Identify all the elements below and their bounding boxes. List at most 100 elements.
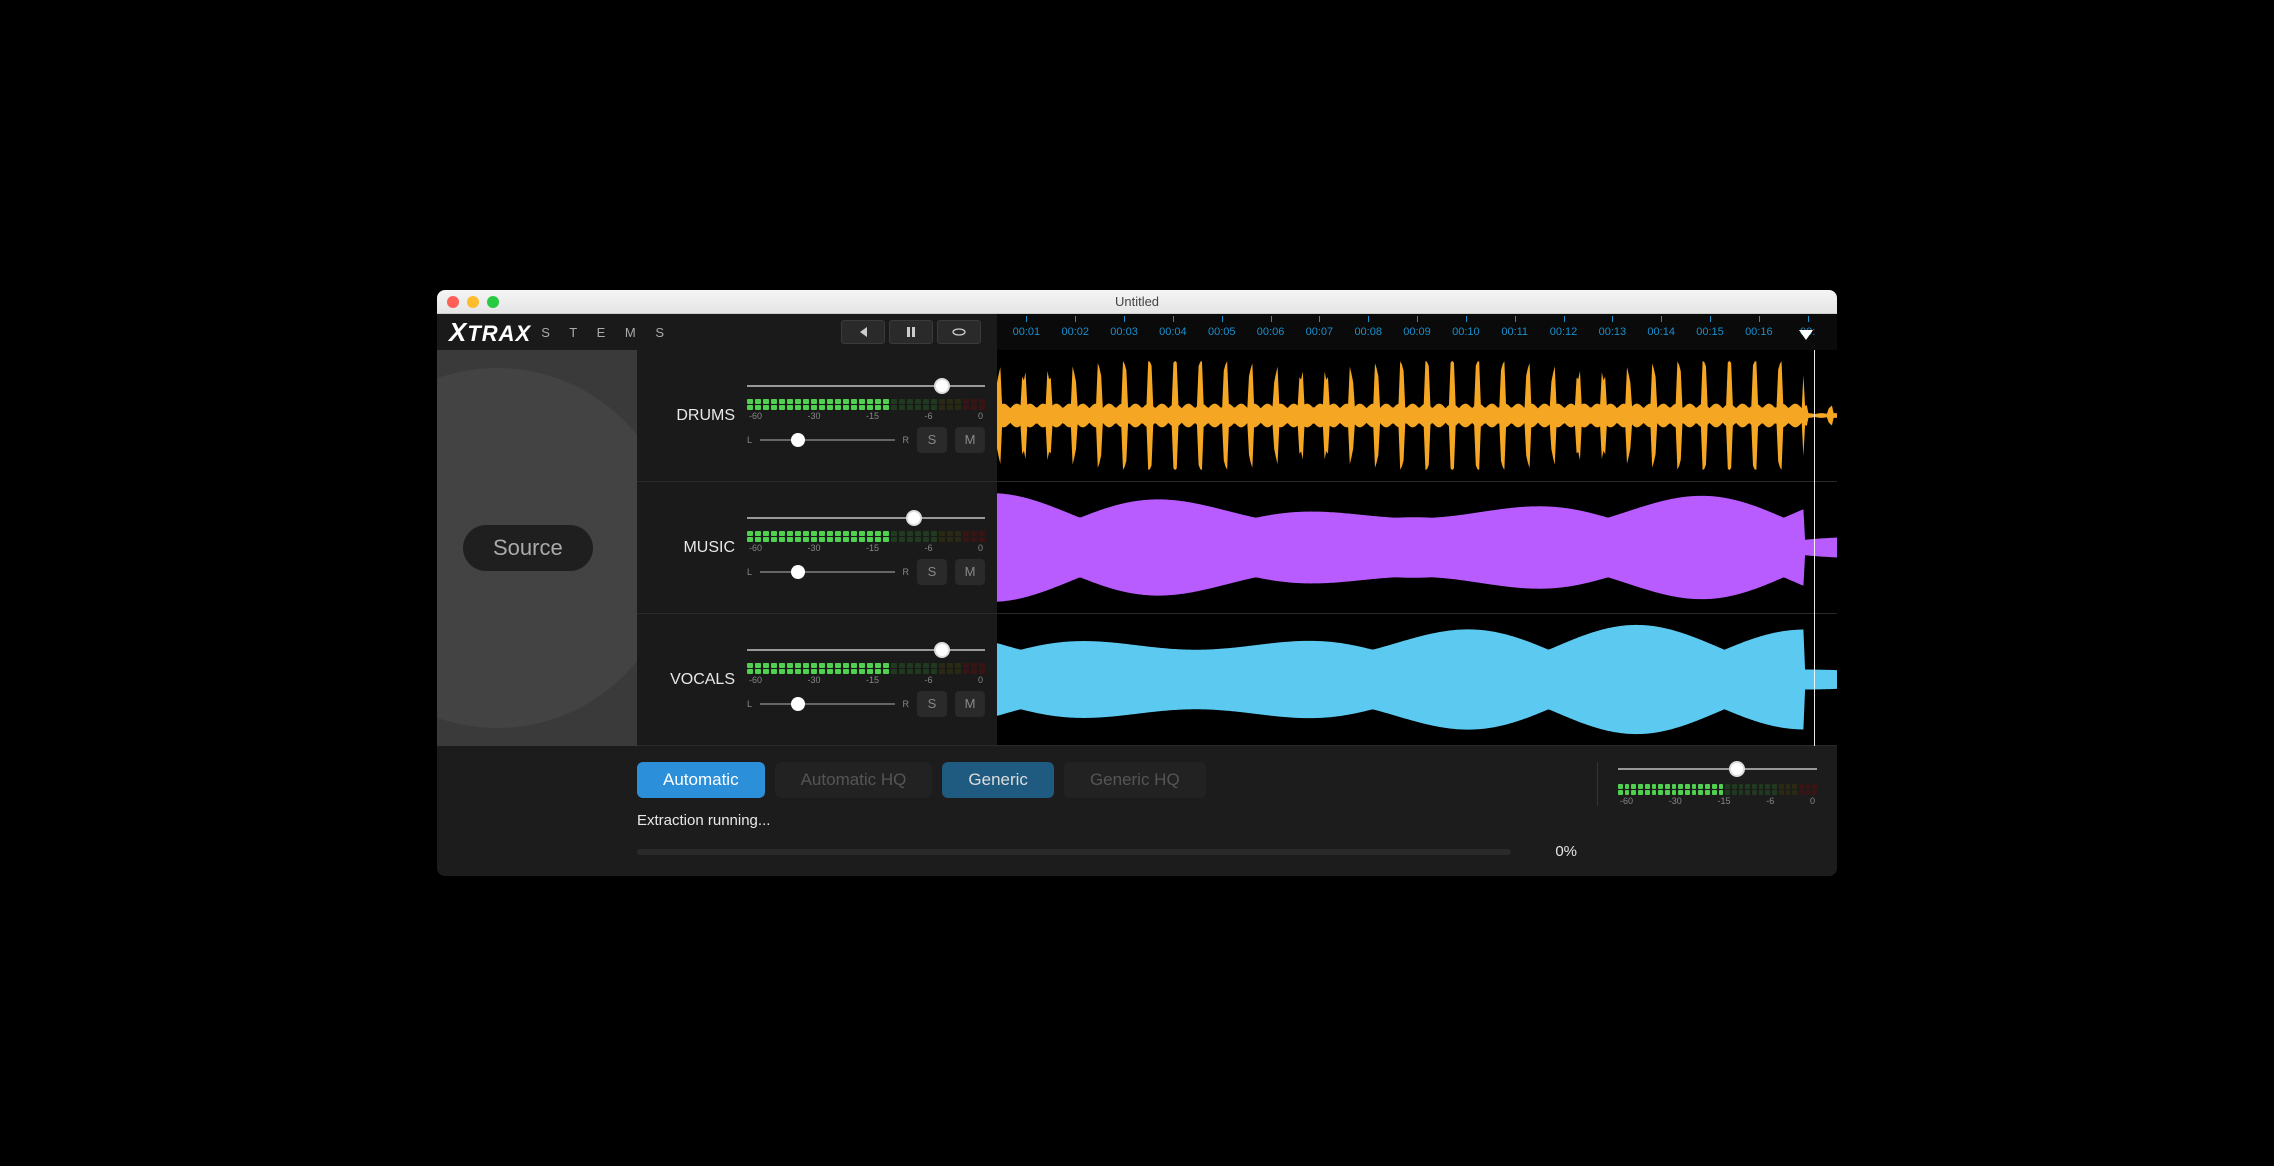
waveform-svg [997,614,1837,745]
timeline-tick: 00:05 [1198,326,1245,338]
master-meter-left [1618,784,1817,789]
level-meter: -60 -30 -15 -6 0 [747,399,985,421]
minimize-button[interactable] [467,296,479,308]
timeline-tick: 00:15 [1687,326,1734,338]
meter-right [747,405,985,410]
timeline-tick: 00:07 [1296,326,1343,338]
volume-thumb[interactable] [934,642,950,658]
pan-left-label: L [747,567,752,577]
track-label: MUSIC [649,539,735,557]
pan-right-label: R [903,699,910,709]
bottom-panel: Automatic Automatic HQ Generic Generic H… [437,746,1837,876]
master-panel: -60 -30 -15 -6 0 [1597,762,1817,806]
waveform-svg [997,350,1837,481]
logo-area: XTRAX S T E M S [437,314,997,350]
master-volume-thumb[interactable] [1729,761,1745,777]
progress-percent: 0% [1527,843,1577,860]
volume-slider[interactable] [747,379,985,393]
meter-left [747,663,985,668]
mute-button[interactable]: M [955,691,985,717]
waveform-row[interactable] [997,482,1837,614]
playhead-line[interactable] [1814,350,1815,746]
progress-row: 0% [457,843,1577,860]
solo-button[interactable]: S [917,691,947,717]
mode-generic-hq-button[interactable]: Generic HQ [1064,762,1206,798]
timeline-tick: 00:06 [1247,326,1294,338]
meter-right [747,537,985,542]
stop-button[interactable] [937,320,981,344]
loop-icon [952,328,966,336]
track-label: VOCALS [649,671,735,689]
meter-labels: -60 -30 -15 -6 0 [747,411,985,421]
scale-m60: -60 [1620,796,1633,806]
window-title: Untitled [1115,294,1159,309]
rewind-button[interactable] [841,320,885,344]
timeline-tick: 00:02 [1052,326,1099,338]
mute-button[interactable]: M [955,559,985,585]
solo-button[interactable]: S [917,427,947,453]
mixer-column: DRUMS -60 -30 -15 -6 0 L [637,350,997,746]
scale-m6: -6 [1766,796,1774,806]
titlebar: Untitled [437,290,1837,314]
waveform-row[interactable] [997,614,1837,746]
master-meter: -60 -30 -15 -6 0 [1618,784,1817,806]
timeline-tick: 00:04 [1149,326,1196,338]
pan-thumb[interactable] [791,565,805,579]
pan-left-label: L [747,699,752,709]
mode-generic-button[interactable]: Generic [942,762,1054,798]
track-row: MUSIC -60 -30 -15 -6 0 L [637,482,997,614]
traffic-lights [447,296,499,308]
waveform-row[interactable] [997,350,1837,482]
pan-slider[interactable] [760,434,894,446]
track-controls: -60 -30 -15 -6 0 L R S M [747,511,985,585]
timeline-tick: 00:12 [1540,326,1587,338]
timeline-ruler[interactable]: 00:0100:0200:0300:0400:0500:0600:0700:08… [997,314,1837,350]
mode-automatic-button[interactable]: Automatic [637,762,765,798]
progress-bar [637,849,1511,855]
mode-automatic-hq-button[interactable]: Automatic HQ [775,762,933,798]
meter-labels: -60 -30 -15 -6 0 [747,543,985,553]
pan-slider[interactable] [760,698,894,710]
timeline-tick: 00:11 [1491,326,1538,338]
meter-labels: -60 -30 -15 -6 0 [747,675,985,685]
timeline-tick: 00:10 [1442,326,1489,338]
waveform-column [997,350,1837,746]
playhead-marker-icon[interactable] [1799,330,1813,340]
maximize-button[interactable] [487,296,499,308]
source-button[interactable]: Source [463,525,593,571]
timeline-tick: 00:01 [1003,326,1050,338]
solo-button[interactable]: S [917,559,947,585]
volume-thumb[interactable] [906,510,922,526]
master-meter-right [1618,790,1817,795]
logo-text: XTRAX [449,317,531,348]
master-meter-labels: -60 -30 -15 -6 0 [1618,796,1817,806]
tracks-area: Source DRUMS -60 -30 -15 -6 0 [437,350,1837,746]
pan-thumb[interactable] [791,697,805,711]
track-row: DRUMS -60 -30 -15 -6 0 L [637,350,997,482]
timeline-tick: 00:09 [1394,326,1441,338]
meter-left [747,399,985,404]
timeline-tick: 00:13 [1589,326,1636,338]
timeline-tick: 00:08 [1345,326,1392,338]
master-volume-slider[interactable] [1618,762,1817,776]
pan-left-label: L [747,435,752,445]
timeline-tick: 00:03 [1101,326,1148,338]
mute-button[interactable]: M [955,427,985,453]
skip-back-icon [858,327,868,337]
mode-buttons: Automatic Automatic HQ Generic Generic H… [457,762,1577,798]
pause-button[interactable] [889,320,933,344]
close-button[interactable] [447,296,459,308]
meter-left [747,531,985,536]
timeline-tick: 00:14 [1638,326,1685,338]
transport-controls [841,320,981,344]
level-meter: -60 -30 -15 -6 0 [747,531,985,553]
app-body: XTRAX S T E M S 00:0100:0200:0300:0400 [437,314,1837,876]
volume-thumb[interactable] [934,378,950,394]
scale-m15: -15 [1717,796,1730,806]
volume-slider[interactable] [747,511,985,525]
pause-icon [906,327,916,337]
volume-slider[interactable] [747,643,985,657]
pan-thumb[interactable] [791,433,805,447]
app-window: Untitled XTRAX S T E M S [437,290,1837,876]
pan-slider[interactable] [760,566,894,578]
